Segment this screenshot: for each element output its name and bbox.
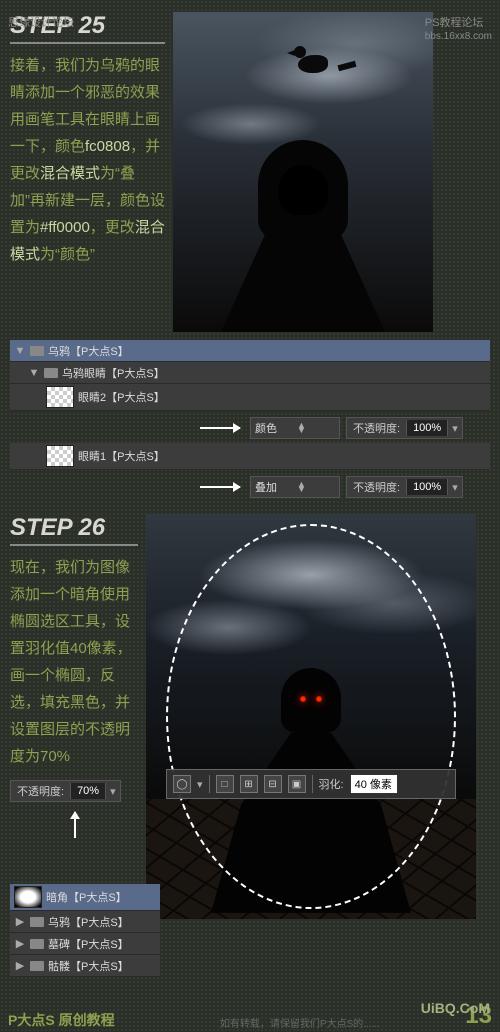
folder-icon [30, 346, 44, 356]
blend-value: 颜色 [255, 420, 277, 436]
arrow-icon [200, 486, 240, 488]
chevron-down-icon[interactable]: ▾ [448, 422, 462, 435]
layer-label: 眼睛2【P大点S】 [78, 389, 486, 405]
opacity-label: 不透明度: [347, 477, 406, 497]
wm-right: PS教程论坛 bbs.16xx8.com [425, 14, 492, 42]
step25-text: 接着，我们为乌鸦的眼睛添加一个邪恶的效果用画笔工具在眼睛上画一下，颜色fc080… [10, 52, 165, 268]
layer-thumb-icon [46, 386, 74, 408]
opacity-value[interactable]: 100% [406, 479, 448, 495]
wm-left: 思缘设计论坛 [8, 14, 74, 42]
opacity-control[interactable]: 不透明度: 100% ▾ [346, 476, 463, 498]
arrow-up-icon [74, 812, 76, 838]
top-watermark: 思缘设计论坛 PS教程论坛 bbs.16xx8.com [0, 14, 500, 42]
folder-icon [30, 961, 44, 971]
folder-icon [30, 917, 44, 927]
selection-intersect-icon[interactable]: ▣ [288, 775, 306, 793]
twisty-icon[interactable]: ▼ [28, 367, 40, 379]
layer-label: 眼睛1【P大点S】 [78, 448, 486, 464]
layer-label: 乌鸦【P大点S】 [48, 914, 156, 930]
folder-icon [44, 368, 58, 378]
layer-group-tombstone[interactable]: ▶ 墓碑【P大点S】 [10, 933, 160, 955]
selection-new-icon[interactable]: □ [216, 775, 234, 793]
layer-group-crow[interactable]: ▼ 乌鸦【P大点S】 [10, 340, 490, 362]
layer-group-skull[interactable]: ▶ 骷髅【P大点S】 [10, 955, 160, 977]
selection-add-icon[interactable]: ⊞ [240, 775, 258, 793]
opacity-value[interactable]: 100% [406, 420, 448, 436]
reaper-figure [213, 140, 393, 332]
blend-mode-dropdown[interactable]: 叠加 ▲▼ [250, 476, 340, 498]
layer-label: 暗角【P大点S】 [46, 889, 156, 905]
selection-subtract-icon[interactable]: ⊟ [264, 775, 282, 793]
marquee-options-toolbar: ◯ ▾ □ ⊞ ⊟ ▣ 羽化: 40 像素 [166, 769, 456, 799]
opacity-label: 不透明度: [347, 418, 406, 438]
crow-figure [298, 38, 348, 73]
note-text: 如有转载，请保留我们P大点S的...... [220, 1015, 380, 1030]
dropdown-chevron-icon[interactable]: ▾ [197, 778, 203, 791]
dropdown-arrows-icon: ▲▼ [297, 482, 306, 493]
layer-label: 骷髅【P大点S】 [48, 958, 156, 974]
dropdown-arrows-icon: ▲▼ [297, 423, 306, 434]
layer-label: 乌鸦【P大点S】 [48, 343, 486, 359]
chevron-down-icon[interactable]: ▾ [448, 481, 462, 494]
chevron-down-icon[interactable]: ▾ [106, 785, 120, 798]
opacity-control[interactable]: 不透明度: 100% ▾ [346, 417, 463, 439]
step26-left: STEP 26 现在，我们为图像添加一个暗角使用椭圆选区工具，设置羽化值40像素… [10, 514, 138, 919]
blend-mode-dropdown[interactable]: 颜色 ▲▼ [250, 417, 340, 439]
step25-layers-panel-2: 眼睛1【P大点S】 [10, 443, 490, 470]
bottom-watermark: P大点S 原创教程 如有转载，请保留我们P大点S的...... 13 UiBQ.… [0, 1002, 500, 1030]
folder-icon [30, 939, 44, 949]
step26-title: STEP 26 [10, 514, 138, 546]
blend-row-eye2: 颜色 ▲▼ 不透明度: 100% ▾ [10, 417, 490, 439]
layer-vignette[interactable]: 暗角【P大点S】 [10, 884, 160, 911]
feather-label: 羽化: [319, 776, 344, 792]
opacity-control[interactable]: 不透明度: 70% ▾ [10, 780, 121, 802]
vignette-thumb-icon [14, 886, 42, 908]
twisty-icon[interactable]: ▶ [14, 959, 26, 972]
layer-subgroup-eyes[interactable]: ▼ 乌鸦眼睛【P大点S】 [10, 362, 490, 384]
step25-section: STEP 25 接着，我们为乌鸦的眼睛添加一个邪恶的效果用画笔工具在眼睛上画一下… [10, 12, 490, 498]
layer-eye1[interactable]: 眼睛1【P大点S】 [10, 443, 490, 470]
layer-thumb-icon [46, 445, 74, 467]
site-watermark: UiBQ.CoM [421, 1000, 490, 1016]
step26-opacity-control: 不透明度: 70% ▾ [10, 780, 121, 802]
layer-eye2[interactable]: 眼睛2【P大点S】 [10, 384, 490, 411]
layer-label: 乌鸦眼睛【P大点S】 [62, 365, 486, 381]
step25-left: STEP 25 接着，我们为乌鸦的眼睛添加一个邪恶的效果用画笔工具在眼睛上画一下… [10, 12, 165, 332]
opacity-label: 不透明度: [11, 781, 70, 801]
layer-label: 墓碑【P大点S】 [48, 936, 156, 952]
brand-text: P大点S 原创教程 [8, 1010, 115, 1030]
step26-section: STEP 26 现在，我们为图像添加一个暗角使用椭圆选区工具，设置羽化值40像素… [10, 514, 490, 919]
twisty-icon[interactable]: ▼ [14, 345, 26, 357]
arrow-icon [200, 427, 240, 429]
opacity-value[interactable]: 70% [70, 783, 106, 799]
blend-value: 叠加 [255, 479, 277, 495]
step25-layers-panel: ▼ 乌鸦【P大点S】 ▼ 乌鸦眼睛【P大点S】 眼睛2【P大点S】 [10, 340, 490, 411]
marquee-tool-icon[interactable]: ◯ [173, 775, 191, 793]
step25-preview-image [173, 12, 433, 332]
step26-preview-image: ◯ ▾ □ ⊞ ⊟ ▣ 羽化: 40 像素 [146, 514, 476, 919]
step26-text: 现在，我们为图像添加一个暗角使用椭圆选区工具，设置羽化值40像素，画一个椭圆，反… [10, 554, 138, 770]
blend-row-eye1: 叠加 ▲▼ 不透明度: 100% ▾ [10, 476, 490, 498]
layer-group-crow[interactable]: ▶ 乌鸦【P大点S】 [10, 911, 160, 933]
twisty-icon[interactable]: ▶ [14, 937, 26, 950]
step26-layers-panel: 暗角【P大点S】 ▶ 乌鸦【P大点S】 ▶ 墓碑【P大点S】 ▶ 骷髅【P大点S… [10, 884, 160, 977]
twisty-icon[interactable]: ▶ [14, 915, 26, 928]
feather-input[interactable]: 40 像素 [350, 774, 398, 794]
